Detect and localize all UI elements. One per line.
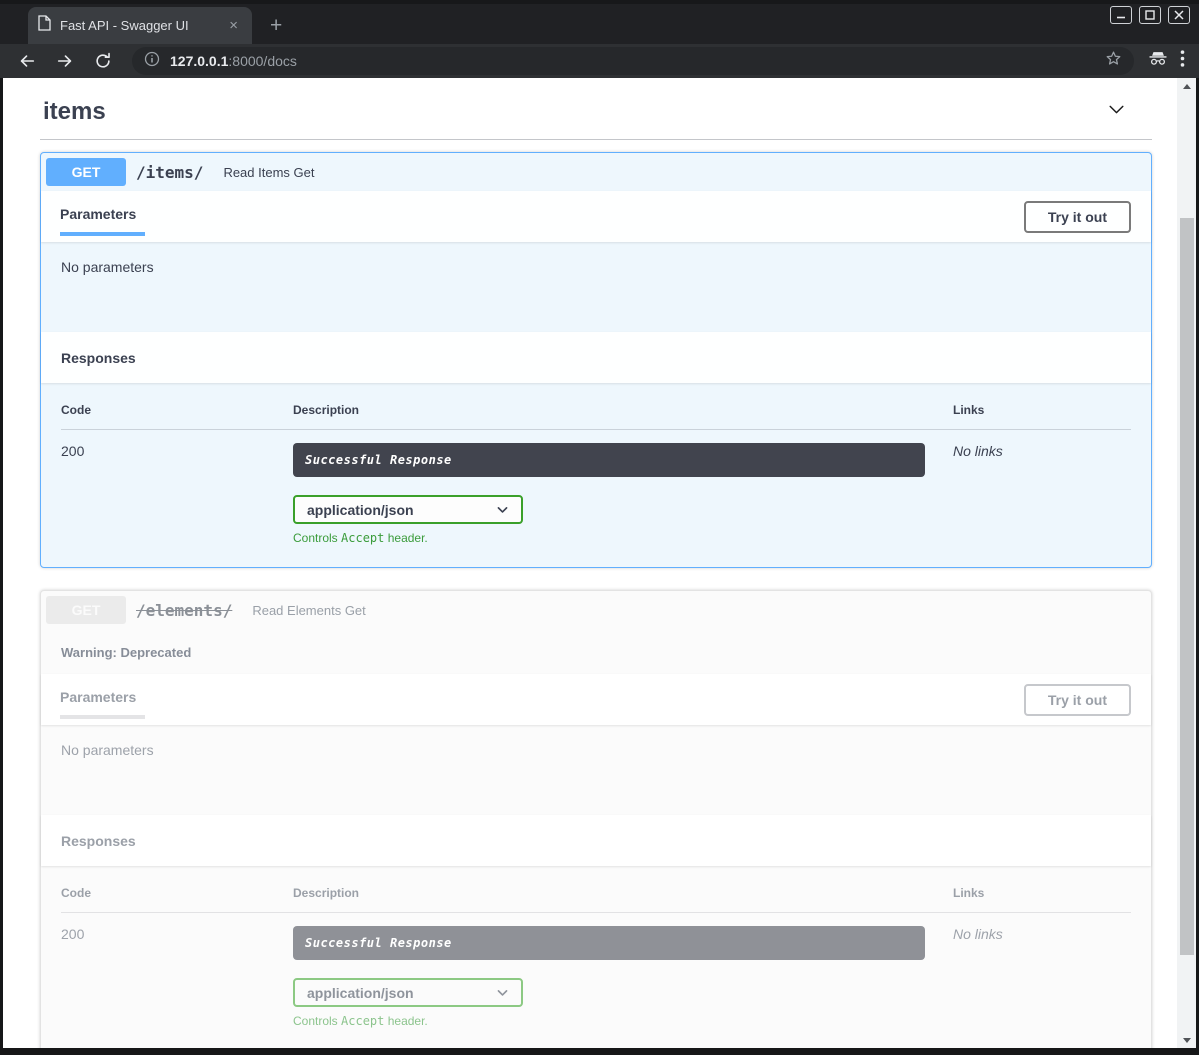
code-column-header: Code — [61, 886, 293, 912]
responses-header: Responses — [41, 332, 1151, 383]
tab-close-icon[interactable]: × — [225, 16, 242, 35]
scrollbar-thumb[interactable] — [1180, 218, 1194, 955]
controls-accept-note: Controls Accept header. — [293, 531, 953, 545]
site-info-icon[interactable] — [144, 51, 160, 72]
response-description: Successful Response — [293, 443, 925, 477]
responses-label: Responses — [61, 350, 136, 366]
parameters-tab[interactable]: Parameters — [60, 689, 145, 719]
opblock-summary[interactable]: GET /items/ Read Items Get — [41, 153, 1151, 191]
try-it-out-button[interactable]: Try it out — [1024, 684, 1131, 716]
window-maximize-button[interactable] — [1139, 6, 1161, 24]
operation-path: /elements/ — [126, 601, 242, 620]
media-type-select[interactable]: application/json — [293, 978, 523, 1007]
browser-tab[interactable]: Fast API - Swagger UI × — [28, 7, 252, 44]
url-text[interactable]: 127.0.0.1:8000/docs — [170, 53, 297, 69]
responses-label: Responses — [61, 833, 136, 849]
no-links-text: No links — [953, 913, 1131, 1028]
window-minimize-button[interactable] — [1110, 6, 1132, 24]
scroll-up-icon[interactable] — [1177, 78, 1196, 94]
method-badge: GET — [46, 596, 126, 624]
page-viewport: items GET /items/ Read Items Get Paramet… — [3, 78, 1196, 1048]
media-type-select[interactable]: application/json — [293, 495, 523, 524]
response-description: Successful Response — [293, 926, 925, 960]
response-description-cell: Successful Response application/json Con… — [293, 913, 953, 1028]
browser-toolbar: 127.0.0.1:8000/docs — [0, 44, 1199, 78]
deprecated-warning: Warning: Deprecated — [41, 629, 1151, 674]
browser-titlebar: Fast API - Swagger UI × + — [0, 0, 1199, 44]
operation-summary: Read Items Get — [213, 165, 314, 180]
chevron-down-icon — [496, 986, 509, 999]
parameters-header: Parameters Try it out — [41, 674, 1151, 725]
media-type-value: application/json — [307, 985, 414, 1001]
links-column-header: Links — [953, 886, 1131, 912]
parameters-header: Parameters Try it out — [41, 191, 1151, 242]
description-column-header: Description — [293, 403, 953, 429]
scroll-down-icon[interactable] — [1177, 1032, 1196, 1048]
bookmark-star-icon[interactable] — [1105, 50, 1122, 72]
back-icon[interactable] — [12, 47, 42, 75]
operation-path: /items/ — [126, 163, 213, 182]
operation-summary: Read Elements Get — [242, 603, 365, 618]
page-favicon-icon — [38, 15, 51, 36]
url-host: 127.0.0.1 — [170, 53, 228, 69]
address-bar[interactable]: 127.0.0.1:8000/docs — [132, 47, 1134, 75]
responses-header: Responses — [41, 815, 1151, 866]
code-column-header: Code — [61, 403, 293, 429]
response-code: 200 — [61, 430, 293, 545]
tag-section-title: items — [43, 98, 106, 126]
forward-icon[interactable] — [50, 47, 80, 75]
parameters-tab[interactable]: Parameters — [60, 206, 145, 236]
opblock-summary[interactable]: GET /elements/ Read Elements Get — [41, 591, 1151, 629]
links-column-header: Links — [953, 403, 1131, 429]
description-column-header: Description — [293, 886, 953, 912]
response-description-cell: Successful Response application/json Con… — [293, 430, 953, 545]
try-it-out-button[interactable]: Try it out — [1024, 201, 1131, 233]
media-type-value: application/json — [307, 502, 414, 518]
collapse-chevron-icon[interactable] — [1106, 99, 1127, 125]
response-code: 200 — [61, 913, 293, 1028]
opblock-get-items: GET /items/ Read Items Get Parameters Tr… — [40, 152, 1152, 568]
responses-table: Code Description Links 200 Successful Re… — [41, 383, 1151, 567]
reload-icon[interactable] — [88, 47, 118, 75]
window-close-button[interactable] — [1168, 6, 1190, 24]
tab-title: Fast API - Swagger UI — [60, 18, 216, 33]
opblock-get-elements-deprecated: GET /elements/ Read Elements Get Warning… — [40, 590, 1152, 1048]
no-parameters-text: No parameters — [41, 725, 1151, 815]
incognito-icon — [1148, 50, 1168, 72]
responses-table: Code Description Links 200 Successful Re… — [41, 866, 1151, 1048]
swagger-ui: items GET /items/ Read Items Get Paramet… — [3, 78, 1196, 1048]
url-path: :8000/docs — [228, 53, 297, 69]
tag-section-header[interactable]: items — [40, 92, 1152, 140]
no-parameters-text: No parameters — [41, 242, 1151, 332]
new-tab-button[interactable]: + — [270, 15, 282, 36]
chevron-down-icon — [496, 503, 509, 516]
browser-menu-icon[interactable] — [1180, 50, 1185, 72]
no-links-text: No links — [953, 430, 1131, 545]
page-scrollbar[interactable] — [1177, 78, 1196, 1048]
method-badge: GET — [46, 158, 126, 186]
controls-accept-note: Controls Accept header. — [293, 1014, 953, 1028]
